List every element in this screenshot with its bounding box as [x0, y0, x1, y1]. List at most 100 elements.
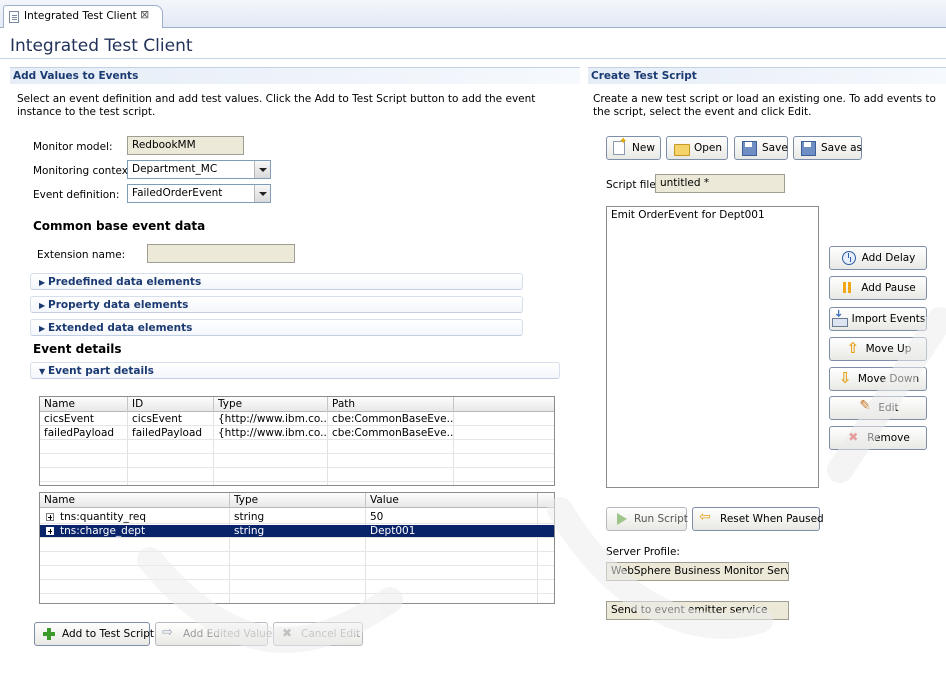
table-row[interactable]: cicsEvent cicsEvent {http://www.ibm.co..… [40, 413, 554, 426]
event-details-heading: Event details [33, 342, 122, 356]
monitor-model-field: RedbookMM [127, 136, 244, 155]
save-as-icon [800, 140, 816, 156]
column-header-path[interactable]: Path [328, 397, 454, 412]
close-icon[interactable]: ⊠ [140, 8, 149, 21]
cell-id: failedPayload [132, 427, 203, 439]
column-header-name[interactable]: Name [40, 397, 128, 412]
extension-name-field[interactable] [147, 244, 295, 263]
table-row-empty [40, 581, 554, 594]
pause-icon [840, 280, 856, 296]
add-to-test-script-button[interactable]: Add to Test Script [34, 622, 154, 646]
monitoring-context-select[interactable]: Department_MC [127, 160, 271, 179]
cell-value[interactable]: 50 [366, 511, 537, 524]
page-title: Integrated Test Client [10, 36, 193, 56]
run-script-button[interactable]: Run Script [606, 507, 688, 531]
arrow-up-icon [845, 339, 861, 357]
cell-type: {http://www.ibm.co... [218, 413, 327, 425]
add-edited-values-button[interactable]: Add Edited Values [155, 622, 278, 646]
property-data-section[interactable]: ▶ Property data elements [30, 296, 523, 313]
cell-id: cicsEvent [132, 413, 183, 425]
open-script-button[interactable]: Open [666, 136, 728, 160]
cell-value[interactable]: Dept001 [366, 525, 537, 538]
table-row[interactable]: tns:quantity_req string 50 [40, 511, 554, 524]
import-events-button[interactable]: Import Events [829, 307, 927, 331]
triangle-right-icon: ▶ [39, 301, 46, 310]
cancel-edit-button[interactable]: Cancel Edit [273, 622, 363, 646]
clock-icon [841, 250, 857, 266]
monitoring-context-value: Department_MC [132, 163, 218, 175]
server-profile-field: WebSphere Business Monitor Server \ [606, 562, 789, 581]
triangle-down-icon: ▼ [39, 367, 46, 376]
cbe-heading: Common base event data [33, 219, 206, 233]
cell-type: string [234, 525, 265, 537]
add-delay-button[interactable]: Add Delay [829, 246, 927, 270]
section-label: Event part details [48, 365, 154, 377]
title-divider [0, 58, 946, 59]
arrow-right-icon [162, 625, 178, 642]
section-label: Extended data elements [48, 322, 193, 334]
pencil-icon [857, 398, 873, 416]
add-icon [41, 626, 57, 642]
event-definition-label: Event definition: [33, 189, 120, 201]
table-row-empty [40, 567, 554, 580]
cell-type: string [234, 511, 265, 523]
column-header-name[interactable]: Name [40, 493, 230, 508]
event-definition-select[interactable]: FailedOrderEvent [127, 184, 271, 203]
cell-name: failedPayload [44, 427, 115, 439]
script-file-label: Script file: [606, 179, 660, 191]
event-values-table[interactable]: Name Type Value tns:quantity_req string … [39, 492, 555, 604]
cell-path: cbe:CommonBaseEve... [332, 413, 453, 425]
move-down-button[interactable]: Move Down [829, 367, 927, 391]
cell-name: tns:quantity_req [42, 511, 229, 524]
expand-icon[interactable] [46, 527, 54, 535]
save-script-button[interactable]: Save [734, 136, 788, 160]
chevron-down-icon[interactable] [254, 185, 270, 202]
column-header-type[interactable]: Type [214, 397, 328, 412]
save-as-script-button[interactable]: Save as [793, 136, 862, 160]
event-part-details-section[interactable]: ▼ Event part details [30, 362, 560, 379]
predefined-data-section[interactable]: ▶ Predefined data elements [30, 273, 523, 290]
reset-icon [699, 509, 715, 527]
table-row-empty [40, 539, 554, 552]
add-pause-button[interactable]: Add Pause [829, 276, 927, 300]
section-label: Property data elements [48, 299, 189, 311]
extended-data-section[interactable]: ▶ Extended data elements [30, 319, 523, 336]
save-icon [741, 140, 757, 156]
table-row-selected[interactable]: tns:charge_dept string Dept001 [40, 525, 554, 538]
tab-integrated-test-client[interactable]: Integrated Test Client ⊠ [3, 5, 163, 28]
new-script-button[interactable]: New [606, 136, 661, 160]
server-profile-label: Server Profile: [606, 546, 680, 558]
table-header: Name Type Value [40, 493, 554, 508]
play-icon [613, 511, 629, 527]
create-test-script-header: Create Test Script [588, 67, 946, 84]
column-header-value[interactable]: Value [366, 493, 538, 508]
list-item[interactable]: Emit OrderEvent for Dept001 [611, 209, 814, 221]
monitoring-context-label: Monitoring context: [33, 165, 136, 177]
tab-label: Integrated Test Client [24, 10, 137, 22]
extension-name-label: Extension name: [37, 249, 126, 261]
script-events-list[interactable]: Emit OrderEvent for Dept001 [606, 206, 819, 488]
table-row[interactable]: failedPayload failedPayload {http://www.… [40, 427, 554, 440]
event-definition-value: FailedOrderEvent [132, 187, 223, 199]
chevron-down-icon[interactable] [254, 161, 270, 178]
monitor-model-label: Monitor model: [33, 141, 113, 153]
add-values-description: Select an event definition and add test … [17, 93, 536, 118]
folder-open-icon [673, 140, 690, 156]
expand-icon[interactable] [46, 513, 54, 521]
move-up-button[interactable]: Move Up [829, 337, 927, 361]
cell-name: tns:charge_dept [42, 525, 229, 538]
triangle-right-icon: ▶ [39, 278, 46, 287]
edit-button[interactable]: Edit [829, 396, 927, 420]
event-parts-table[interactable]: Name ID Type Path cicsEvent cicsEvent {h… [39, 396, 555, 486]
section-label: Predefined data elements [48, 276, 202, 288]
reset-when-paused-button[interactable]: Reset When Paused [692, 507, 824, 531]
table-row-empty [40, 455, 554, 468]
column-header-id[interactable]: ID [128, 397, 214, 412]
table-row-empty [40, 441, 554, 454]
send-to-field: Send to event emitter service [606, 601, 789, 620]
remove-button[interactable]: Remove [829, 426, 927, 450]
script-file-field: untitled * [655, 174, 785, 193]
cell-name: cicsEvent [44, 413, 95, 425]
table-row-empty [40, 469, 554, 482]
column-header-type[interactable]: Type [230, 493, 366, 508]
